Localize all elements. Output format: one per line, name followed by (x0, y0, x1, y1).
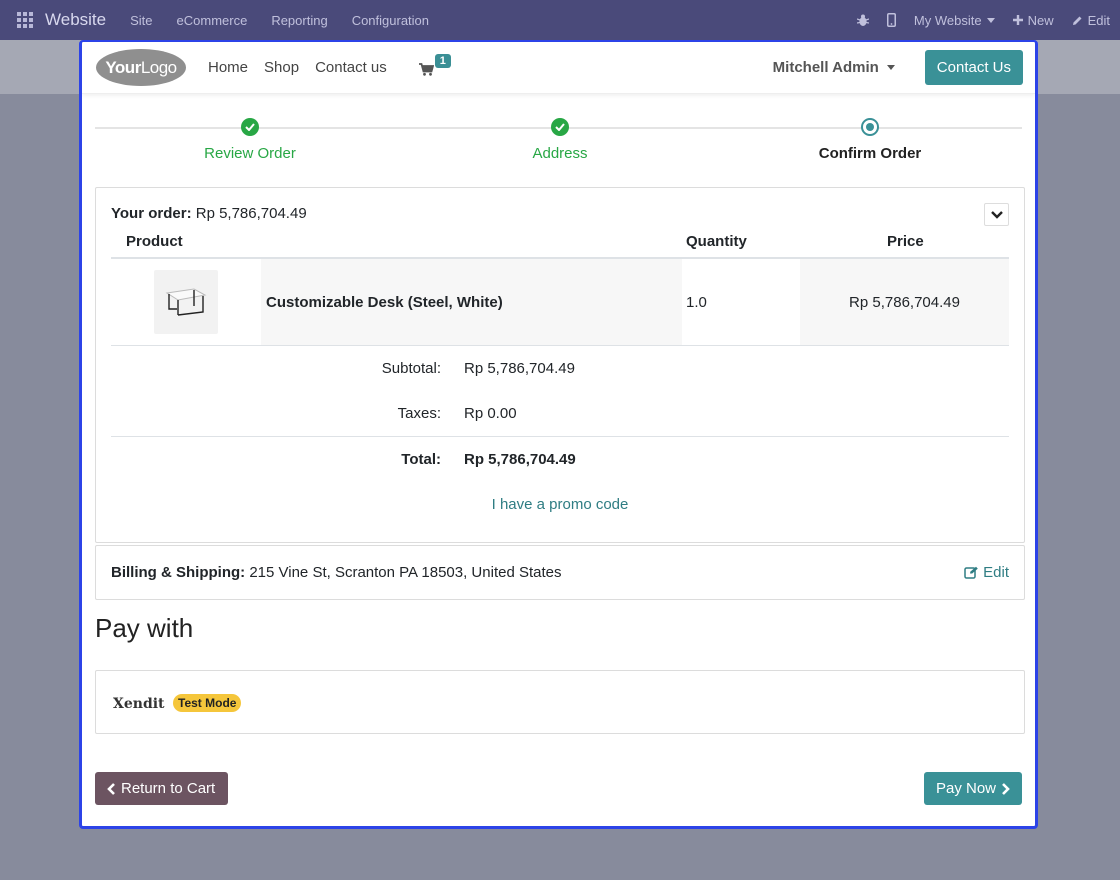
check-circle-icon (551, 118, 569, 136)
check-circle-icon (241, 118, 259, 136)
menu-configuration[interactable]: Configuration (340, 13, 441, 28)
product-thumbnail[interactable] (154, 270, 218, 334)
pencil-icon (1072, 16, 1082, 25)
nav-home[interactable]: Home (208, 59, 248, 76)
pay-now-label: Pay Now (935, 780, 996, 797)
step-review-order[interactable]: Review Order (150, 118, 350, 162)
website-preview-frame: Your Logo Home Shop Contact us 1 Mitchell… (79, 40, 1038, 829)
product-image-cell (111, 259, 261, 345)
product-quantity: 1.0 (686, 293, 707, 311)
order-header: Your order: Rp 5,786,704.49 (111, 205, 307, 222)
order-table-header: Product Quantity Price (111, 230, 1009, 259)
step-label: Review Order (204, 145, 296, 162)
admin-top-bar: Website Site eCommerce Reporting Configu… (0, 0, 1120, 40)
step-address[interactable]: Address (460, 118, 660, 162)
site-logo[interactable]: Your Logo (96, 49, 186, 86)
cart-link[interactable]: 1 (417, 53, 453, 83)
edit-icon (964, 566, 978, 579)
user-menu[interactable]: Mitchell Admin (773, 59, 895, 76)
top-right-tools: My Website New Edit (839, 13, 1110, 28)
total-divider (111, 436, 1009, 437)
promo-code-link[interactable]: I have a promo code (96, 496, 1024, 513)
pay-with-heading: Pay with (95, 613, 194, 643)
edit-address-link[interactable]: Edit (964, 564, 1009, 581)
checkout-progress: Review Order Address Confirm Order (95, 94, 1022, 184)
col-product: Product (126, 233, 183, 250)
menu-ecommerce[interactable]: eCommerce (165, 13, 260, 28)
main-nav: Home Shop Contact us (208, 59, 403, 76)
xendit-provider-logo[interactable]: Xendit (113, 696, 165, 712)
app-name[interactable]: Website (45, 10, 106, 30)
plus-icon (1012, 15, 1023, 25)
step-label: Confirm Order (818, 145, 922, 162)
subtotal-value: Rp 5,786,704.49 (464, 360, 575, 377)
shopping-cart-icon (418, 62, 434, 76)
subtotal-label: Subtotal: (381, 360, 441, 377)
mobile-preview-icon[interactable] (886, 13, 896, 27)
billing-label: Billing & Shipping: (111, 564, 246, 581)
taxes-value: Rp 0.00 (464, 405, 517, 422)
chevron-down-icon (886, 65, 895, 70)
billing-address: Billing & Shipping: 215 Vine St, Scranto… (111, 564, 562, 581)
contact-us-button[interactable]: Contact Us (924, 50, 1023, 85)
chevron-right-icon (1002, 782, 1010, 795)
chevron-down-icon (990, 210, 1003, 219)
website-selector[interactable]: My Website (914, 13, 995, 28)
chevron-down-icon (986, 17, 995, 23)
step-confirm-order: Confirm Order (770, 118, 970, 162)
menu-site[interactable]: Site (118, 13, 164, 28)
product-name: Customizable Desk (Steel, White) (261, 259, 682, 345)
nav-shop[interactable]: Shop (264, 59, 299, 76)
order-title-label: Your order: (111, 205, 192, 222)
payment-methods-card[interactable]: Xendit Test Mode (95, 670, 1025, 734)
apps-grid-icon[interactable] (17, 12, 33, 28)
desk-product-image (165, 288, 207, 316)
test-mode-badge: Test Mode (173, 694, 242, 712)
cart-count-badge: 1 (434, 53, 451, 68)
order-summary-card: Your order: Rp 5,786,704.49 Product Quan… (95, 187, 1025, 543)
website-selector-label: My Website (913, 12, 982, 28)
return-to-cart-label: Return to Cart (121, 780, 216, 797)
total-value: Rp 5,786,704.49 (464, 451, 576, 468)
user-name: Mitchell Admin (772, 59, 879, 76)
chevron-left-icon (107, 782, 115, 795)
top-menu: Site eCommerce Reporting Configuration (118, 13, 441, 28)
current-step-dot-icon (861, 118, 879, 136)
menu-reporting[interactable]: Reporting (259, 13, 339, 28)
edit-label: Edit (1087, 12, 1110, 28)
debug-bug-icon[interactable] (856, 14, 869, 27)
total-label: Total: (401, 451, 441, 468)
order-title-amount: Rp 5,786,704.49 (195, 205, 307, 222)
edit-button[interactable]: Edit (1072, 13, 1110, 28)
collapse-order-button[interactable] (984, 203, 1009, 226)
table-row: Customizable Desk (Steel, White) 1.0 Rp … (111, 259, 1009, 346)
return-to-cart-button[interactable]: Return to Cart (95, 772, 229, 805)
billing-shipping-card: Billing & Shipping: 215 Vine St, Scranto… (95, 545, 1025, 600)
site-header: Your Logo Home Shop Contact us 1 Mitchell… (82, 42, 1035, 94)
edit-address-label: Edit (983, 564, 1009, 581)
step-label: Address (532, 145, 588, 162)
new-label: New (1027, 12, 1054, 28)
col-price: Price (887, 233, 924, 250)
billing-address-text: 215 Vine St, Scranton PA 18503, United S… (249, 564, 562, 581)
col-quantity: Quantity (686, 233, 747, 250)
taxes-label: Taxes: (397, 405, 441, 422)
product-price: Rp 5,786,704.49 (800, 259, 1009, 345)
nav-contact-us[interactable]: Contact us (315, 59, 387, 76)
pay-now-button[interactable]: Pay Now (923, 772, 1022, 805)
new-button[interactable]: New (1012, 12, 1054, 28)
